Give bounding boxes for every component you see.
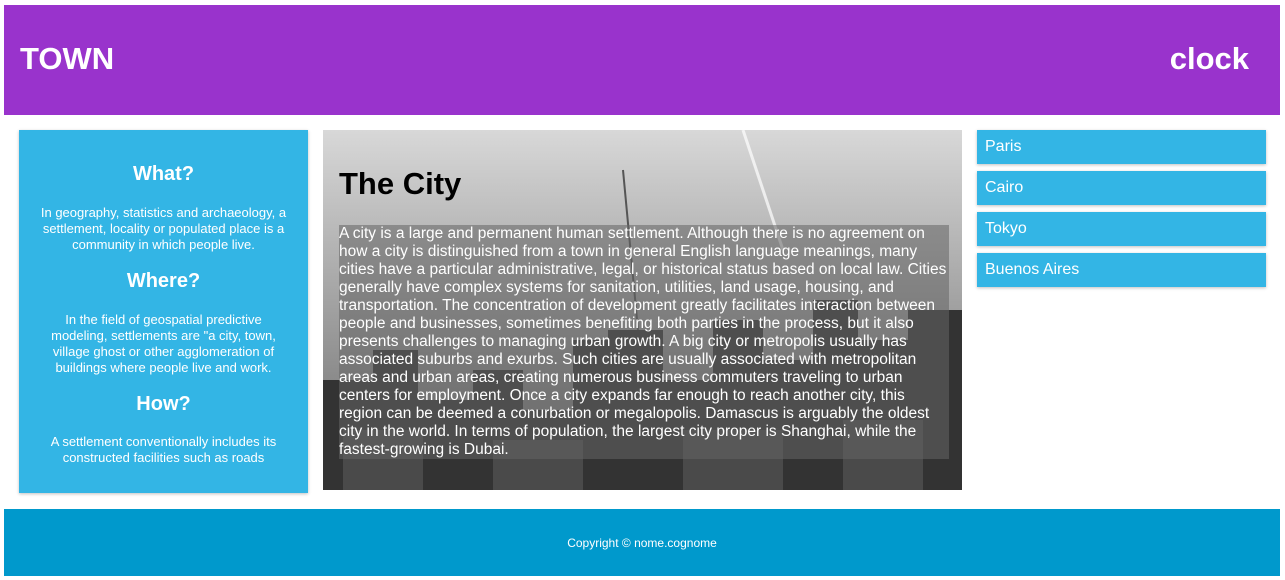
main-content: The City A city is a large and permanent…	[323, 130, 962, 490]
section-text-how: A settlement conventionally includes its…	[50, 434, 277, 465]
site-footer: Copyright © nome.cognome	[4, 509, 1280, 576]
section-heading-what: What?	[132, 163, 195, 185]
section-heading-where: Where?	[126, 270, 201, 292]
clock-display: clock	[1169, 41, 1249, 76]
city-link-paris[interactable]: Paris	[977, 130, 1266, 164]
section-heading-how: How?	[136, 393, 191, 415]
city-link-buenos-aires[interactable]: Buenos Aires	[977, 253, 1266, 287]
info-panel: What? In geography, statistics and archa…	[19, 130, 308, 493]
page-title: The City	[339, 166, 462, 201]
copyright-text: Copyright © nome.cognome	[567, 536, 717, 550]
site-header: TOWN clock	[4, 5, 1280, 115]
site-title: TOWN	[20, 41, 115, 76]
city-link-tokyo[interactable]: Tokyo	[977, 212, 1266, 246]
section-text-where: In the field of geospatial predictive mo…	[51, 312, 276, 375]
section-text-what: In geography, statistics and archaeology…	[40, 205, 287, 252]
city-list: Paris Cairo Tokyo Buenos Aires	[977, 130, 1266, 294]
city-link-cairo[interactable]: Cairo	[977, 171, 1266, 205]
article-body: A city is a large and permanent human se…	[339, 225, 949, 459]
